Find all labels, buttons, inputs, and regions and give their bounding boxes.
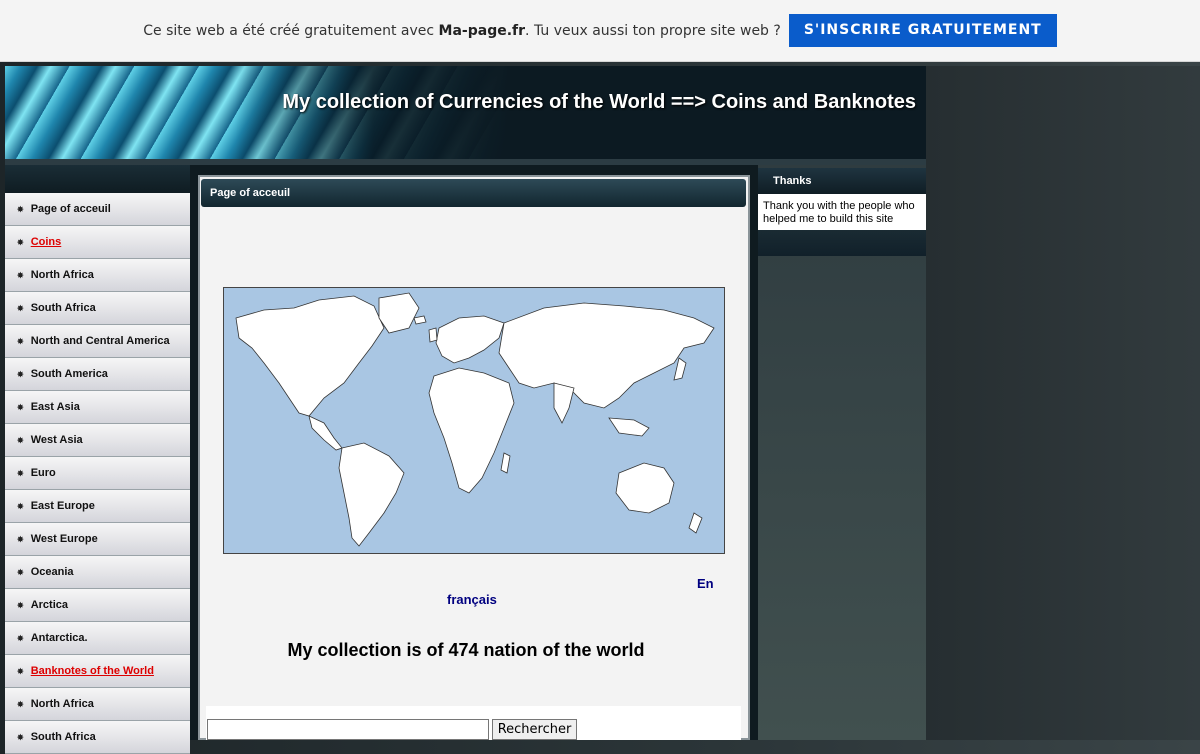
promo-text-after: . Tu veux aussi ton propre site web ? (525, 22, 781, 39)
bullet-icon: ✸ (17, 237, 24, 247)
nav-item-label: West Asia (30, 434, 83, 446)
nav-item[interactable]: ✸ South Africa (5, 721, 190, 754)
nav-item[interactable]: ✸ Arctica (5, 589, 190, 622)
collection-heading: My collection is of 474 nation of the wo… (287, 640, 645, 660)
nav-item[interactable]: ✸ Oceania (5, 556, 190, 589)
nav-item-label: Arctica (30, 599, 68, 611)
bullet-icon: ✸ (17, 666, 24, 676)
bullet-icon: ✸ (17, 501, 24, 511)
site-banner: My collection of Currencies of the World… (5, 66, 926, 162)
nav-item-label: Euro (30, 467, 56, 479)
left-navigation: ✸ Page of acceuil ✸ Coins ✸ North Africa ✸ Sout… (5, 165, 190, 754)
nav-item-label: Coins (30, 236, 62, 248)
thanks-footer (758, 230, 926, 256)
search-button[interactable]: Rechercher (492, 719, 577, 740)
nav-item[interactable]: ✸ East Europe (5, 490, 190, 523)
nav-item[interactable]: ✸ North Africa (5, 259, 190, 292)
nav-item[interactable]: ✸ West Europe (5, 523, 190, 556)
bullet-icon: ✸ (17, 435, 24, 445)
world-map-image (223, 287, 725, 554)
nav-item-label: North and Central America (30, 335, 170, 347)
lang-en-link[interactable]: En (697, 576, 714, 591)
nav-item[interactable]: ✸ East Asia (5, 391, 190, 424)
bullet-icon: ✸ (17, 732, 24, 742)
nav-list: ✸ Page of acceuil ✸ Coins ✸ North Africa ✸ Sout… (5, 193, 190, 754)
bullet-icon: ✸ (17, 336, 24, 346)
world-map-svg (235, 292, 715, 547)
bullet-icon: ✸ (17, 468, 24, 478)
promo-text: Ce site web a été créé gratuitement avec… (143, 23, 781, 39)
nav-item-label: North Africa (30, 269, 94, 281)
nav-item-label: Antarctica. (30, 632, 88, 644)
nav-item-label: Page of acceuil (30, 203, 111, 215)
bullet-icon: ✸ (17, 402, 24, 412)
nav-item[interactable]: ✸ North Africa (5, 688, 190, 721)
nav-item-label: Banknotes of the World (30, 665, 154, 677)
nav-item-label: East Europe (30, 500, 95, 512)
right-background (926, 66, 1200, 740)
bullet-icon: ✸ (17, 270, 24, 280)
thanks-text: Thank you with the people who helped me … (758, 194, 926, 230)
search-input[interactable] (207, 719, 489, 740)
nav-item[interactable]: ✸ South America (5, 358, 190, 391)
nav-item[interactable]: ✸ South Africa (5, 292, 190, 325)
nav-item-label: Oceania (30, 566, 74, 578)
thanks-title: Thanks (758, 168, 926, 194)
nav-item-label: South Africa (30, 731, 96, 743)
bullet-icon: ✸ (17, 204, 24, 214)
content-header: Page of acceuil (201, 179, 746, 207)
site-title: My collection of Currencies of the World… (282, 91, 916, 113)
bullet-icon: ✸ (17, 534, 24, 544)
promo-bar: Ce site web a été créé gratuitement avec… (0, 0, 1200, 62)
bullet-icon: ✸ (17, 699, 24, 709)
nav-item-label: West Europe (30, 533, 98, 545)
bullet-icon: ✸ (17, 303, 24, 313)
bullet-icon: ✸ (17, 633, 24, 643)
nav-item-label: East Asia (30, 401, 80, 413)
nav-item-label: South Africa (30, 302, 96, 314)
nav-item[interactable]: ✸ Page of acceuil (5, 193, 190, 226)
nav-item-label: South America (30, 368, 108, 380)
nav-item[interactable]: ✸ Coins (5, 226, 190, 259)
promo-text-before: Ce site web a été créé gratuitement avec (143, 22, 439, 39)
nav-item[interactable]: ✸ West Asia (5, 424, 190, 457)
nav-item[interactable]: ✸ Euro (5, 457, 190, 490)
nav-item[interactable]: ✸ Banknotes of the World (5, 655, 190, 688)
lang-fr-link[interactable]: français (447, 592, 497, 607)
promo-brand[interactable]: Ma-page.fr (439, 23, 526, 39)
bullet-icon: ✸ (17, 567, 24, 577)
bullet-icon: ✸ (17, 369, 24, 379)
nav-item[interactable]: ✸ North and Central America (5, 325, 190, 358)
nav-item-label: North Africa (30, 698, 94, 710)
bullet-icon: ✸ (17, 600, 24, 610)
signup-button[interactable]: S'INSCRIRE GRATUITEMENT (788, 14, 1057, 47)
left-navigation-header (5, 165, 190, 193)
nav-item[interactable]: ✸ Antarctica. (5, 622, 190, 655)
